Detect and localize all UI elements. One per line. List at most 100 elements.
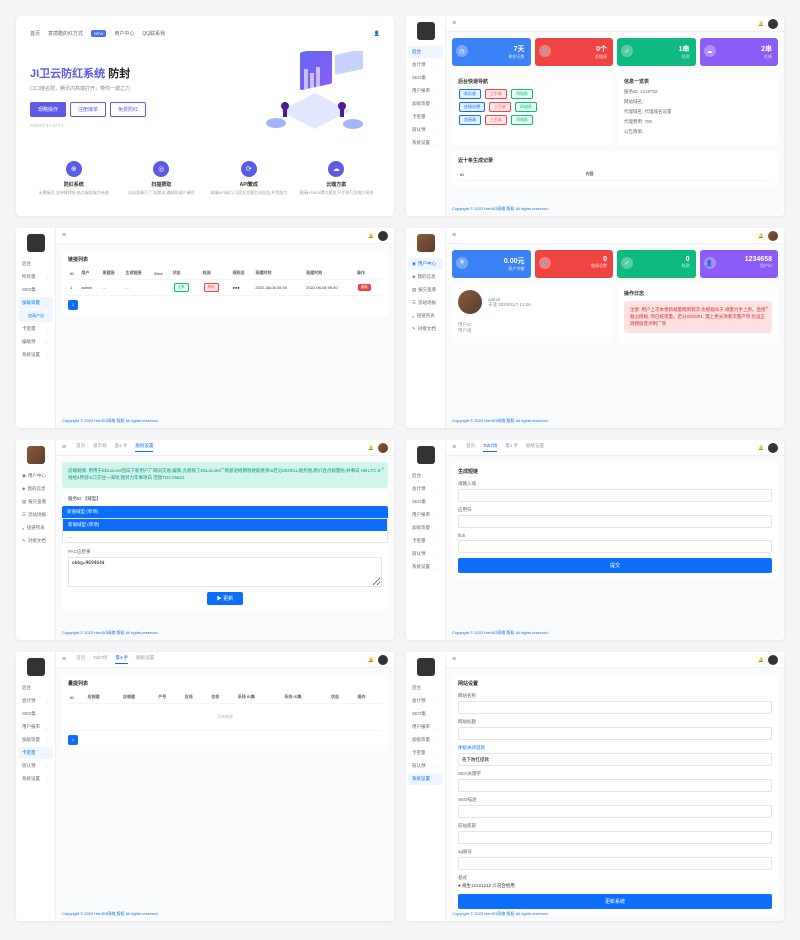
close-icon[interactable]: × bbox=[765, 305, 768, 312]
sidebar-item[interactable]: ◐短链列表 bbox=[408, 310, 443, 322]
sidebar-item[interactable]: 系统设置⌄ bbox=[18, 349, 53, 361]
user-avatar[interactable] bbox=[768, 231, 778, 241]
tab[interactable]: 服统设置 bbox=[136, 655, 154, 664]
dropdown-option[interactable]: 新值域型 (单项) bbox=[63, 519, 387, 531]
bell-icon[interactable]: 🔔 bbox=[368, 445, 374, 451]
sidebar-item[interactable]: 卡密量⌄ bbox=[408, 111, 443, 123]
sidebar-item[interactable]: ▤报灾查看 bbox=[408, 284, 443, 296]
pagination[interactable]: 1 bbox=[68, 735, 382, 745]
tab[interactable]: 服统设置 bbox=[526, 443, 544, 452]
sidebar-item[interactable]: 用户报率⌄ bbox=[408, 721, 443, 733]
quick-tag[interactable]: 三引本 bbox=[485, 89, 507, 99]
sidebar-item[interactable]: ✎对接文档 bbox=[408, 323, 443, 335]
sidebar-item[interactable]: SEO集 bbox=[408, 496, 443, 508]
table-row[interactable]: 1admin......正常停用●●●2022-08-08 05:402022-… bbox=[68, 280, 382, 296]
sidebar-item[interactable]: 卡密量⌄ bbox=[18, 747, 53, 759]
menu-toggle-icon[interactable]: ≡ bbox=[452, 20, 456, 27]
update-button[interactable]: ▶ 更新 bbox=[207, 592, 243, 605]
sidebar-item[interactable]: SEO集 bbox=[408, 72, 443, 84]
menu-toggle-icon[interactable]: ≡ bbox=[62, 444, 66, 451]
tab[interactable]: 基示规 bbox=[93, 443, 107, 452]
sidebar-item[interactable]: ◈我的信息 bbox=[408, 271, 443, 283]
sidebar-item[interactable]: 链认预⌄ bbox=[408, 548, 443, 560]
user-icon[interactable]: 👤 bbox=[374, 31, 380, 37]
tab[interactable]: 查4.手 bbox=[115, 443, 128, 452]
tab[interactable]: Tab7场 bbox=[483, 443, 497, 452]
domain-input[interactable] bbox=[458, 489, 772, 502]
sidebar-item[interactable]: 加级等量⌄ bbox=[408, 98, 443, 110]
sidebar-item[interactable]: 会计预⌄ bbox=[408, 59, 443, 71]
sidebar-item[interactable]: 编级预⌄ bbox=[18, 336, 53, 348]
sidebar-item[interactable]: 系统设置⌄ bbox=[18, 773, 53, 785]
sidebar-item[interactable]: 卡密量⌄ bbox=[18, 323, 53, 335]
user-avatar[interactable] bbox=[378, 231, 388, 241]
sidebar-item[interactable]: ☰流站场报 bbox=[18, 509, 53, 521]
sidebar-item[interactable]: 后台 bbox=[408, 470, 443, 482]
pac-textarea[interactable]: okbg=969464d bbox=[68, 557, 382, 587]
menu-toggle-icon[interactable]: ≡ bbox=[452, 232, 456, 239]
sidebar-subitem[interactable]: 加高户议 bbox=[18, 310, 53, 322]
sidebar-item[interactable]: 卡密量⌄ bbox=[408, 535, 443, 547]
tab[interactable]: 量4.手 bbox=[505, 443, 518, 452]
pagination[interactable]: 1 bbox=[68, 300, 382, 310]
sidebar-item[interactable]: 会计预⌄ bbox=[408, 695, 443, 707]
sidebar-item[interactable]: SEO集 bbox=[408, 708, 443, 720]
sidebar-item[interactable]: ◉用户中心 bbox=[408, 258, 443, 270]
primary-cta-button[interactable]: 现略操作 bbox=[30, 102, 66, 117]
sidebar-item[interactable]: ✎对接文档 bbox=[18, 535, 53, 547]
menu-toggle-icon[interactable]: ≡ bbox=[62, 232, 66, 239]
sidebar-item[interactable]: 链认预⌄ bbox=[18, 760, 53, 772]
sidebar-item[interactable]: ☰流站场报 bbox=[408, 297, 443, 309]
bell-icon[interactable]: 🔔 bbox=[758, 21, 764, 27]
nav-item[interactable]: 用户中心 bbox=[114, 30, 134, 37]
sidebar-item[interactable]: 加级等量⌄ bbox=[408, 522, 443, 534]
sidebar-item[interactable]: ◉用户中心 bbox=[18, 470, 53, 482]
nav-item[interactable]: 意境酷的红方式 bbox=[48, 30, 83, 37]
sidebar-item[interactable]: 系统设置⌄ bbox=[408, 561, 443, 573]
avatar[interactable] bbox=[417, 446, 435, 464]
avatar[interactable] bbox=[417, 22, 435, 40]
bell-icon[interactable]: 🔔 bbox=[368, 657, 374, 663]
sidebar-item[interactable]: SEO集 bbox=[18, 708, 53, 720]
sidebar-item[interactable]: 所有量⌄ bbox=[18, 271, 53, 283]
sidebar-item[interactable]: 系统设置⌄ bbox=[408, 773, 443, 785]
tab[interactable]: 首页 bbox=[466, 443, 475, 452]
sidebar-item[interactable]: 会计预⌄ bbox=[18, 695, 53, 707]
dropdown-selected[interactable]: 新值域型 (单项) bbox=[62, 506, 388, 518]
save-settings-button[interactable]: 更新系统 bbox=[458, 894, 772, 909]
sidebar-item[interactable]: SEO集 bbox=[18, 284, 53, 296]
quick-tag[interactable]: 四描款 bbox=[511, 89, 533, 99]
seo-desc-input[interactable] bbox=[458, 805, 772, 818]
site-name-input[interactable] bbox=[458, 701, 772, 714]
sidebar-item[interactable]: 用户报率⌄ bbox=[408, 85, 443, 97]
sidebar-item[interactable]: 用户报率⌄ bbox=[18, 721, 53, 733]
quick-tag[interactable]: 条形规 bbox=[459, 89, 481, 99]
sidebar-item[interactable]: 会计预⌄ bbox=[408, 483, 443, 495]
sidebar-item[interactable]: 用户报率⌄ bbox=[408, 509, 443, 521]
sidebar-item[interactable]: 加级等量⌄ bbox=[18, 297, 53, 309]
sidebar-item[interactable]: ◈我的信息 bbox=[18, 483, 53, 495]
menu-toggle-icon[interactable]: ≡ bbox=[452, 656, 456, 663]
flush-input[interactable] bbox=[458, 540, 772, 553]
tab[interactable]: 量4.手 bbox=[115, 655, 128, 664]
avatar[interactable] bbox=[417, 658, 435, 676]
footer-input[interactable] bbox=[458, 831, 772, 844]
register-button[interactable]: 注册接单 bbox=[70, 102, 106, 117]
delete-button[interactable]: 删除 bbox=[358, 284, 371, 291]
submit-button[interactable]: 提交 bbox=[458, 558, 772, 573]
app-input[interactable] bbox=[458, 515, 772, 528]
nav-item[interactable]: 首页 bbox=[30, 30, 40, 37]
bell-icon[interactable]: 🔔 bbox=[368, 233, 374, 239]
seo-keywords-input[interactable] bbox=[458, 779, 772, 792]
sidebar-item[interactable]: 后台 bbox=[18, 258, 53, 270]
sidebar-item[interactable]: ▤报灾查看 bbox=[18, 496, 53, 508]
tab[interactable]: Tab7场 bbox=[93, 655, 107, 664]
nav-item[interactable]: QQ联系我 bbox=[142, 30, 165, 37]
bell-icon[interactable]: 🔔 bbox=[758, 445, 764, 451]
avatar[interactable] bbox=[27, 446, 45, 464]
avatar[interactable] bbox=[27, 658, 45, 676]
sidebar-item[interactable]: 链认预⌄ bbox=[408, 124, 443, 136]
sidebar-item[interactable]: 加级等量⌄ bbox=[18, 734, 53, 746]
menu-toggle-icon[interactable]: ≡ bbox=[62, 656, 66, 663]
avatar[interactable] bbox=[27, 234, 45, 252]
